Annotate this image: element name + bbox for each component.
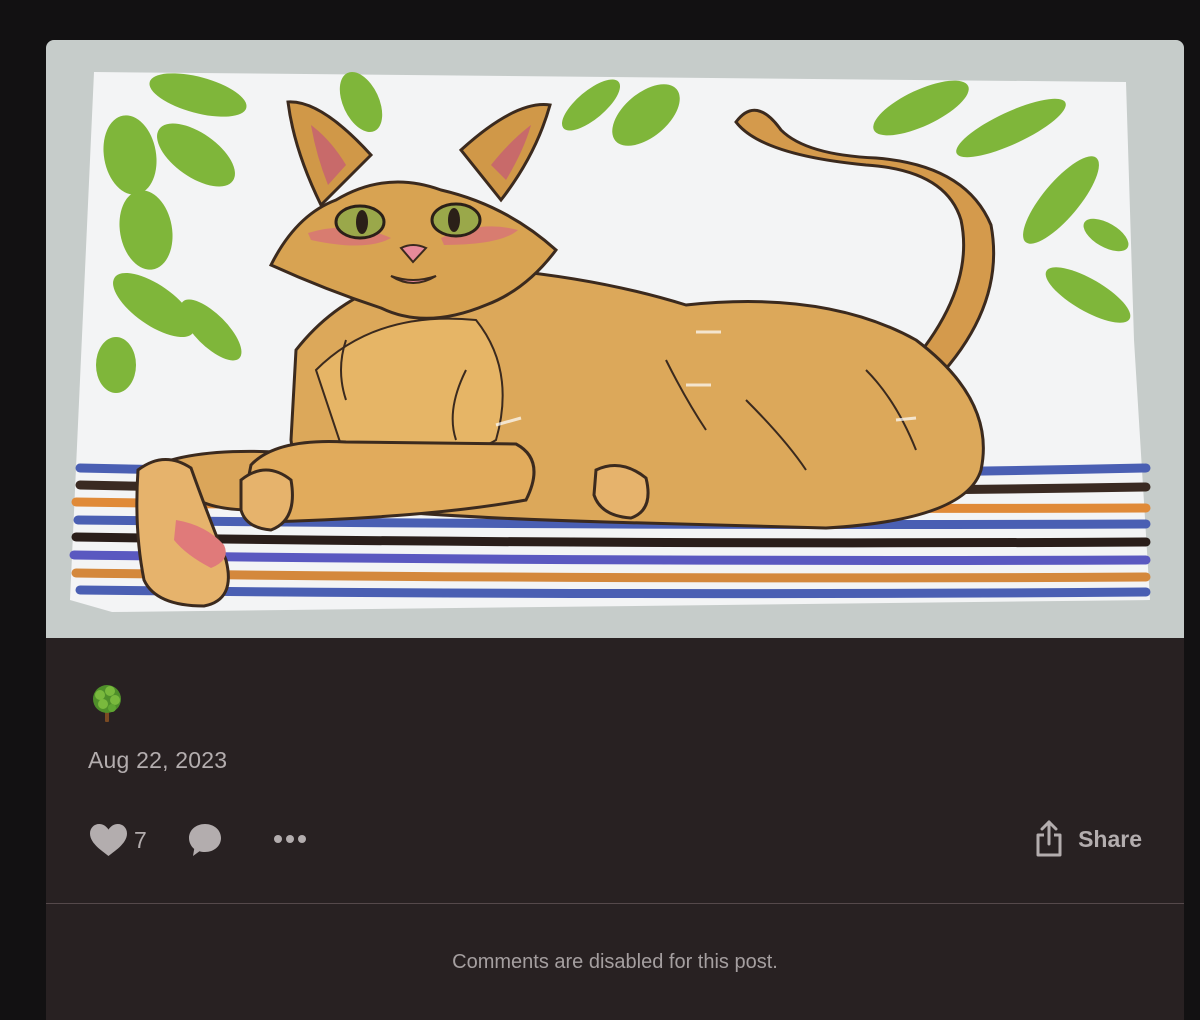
comment-bubble-icon — [189, 824, 221, 856]
post-actions: 7 Share — [46, 816, 1184, 866]
share-label: Share — [1078, 825, 1142, 852]
divider — [46, 903, 1184, 904]
post-date: Aug 22, 2023 — [88, 747, 228, 773]
ellipsis-icon — [274, 835, 306, 843]
like-count: 7 — [134, 826, 147, 853]
comments-disabled-note: Comments are disabled for this post. — [452, 951, 778, 973]
comment-button[interactable] — [187, 822, 223, 863]
share-button[interactable]: Share — [1034, 820, 1142, 858]
heart-icon — [90, 823, 127, 856]
post-card: Aug 22, 2023 7 Share Comments are disabl… — [46, 40, 1184, 1020]
more-options-button[interactable] — [272, 830, 308, 853]
tree-icon — [93, 685, 121, 722]
like-button[interactable]: 7 — [90, 822, 147, 858]
post-image[interactable] — [46, 40, 1184, 638]
share-icon — [1036, 820, 1062, 857]
